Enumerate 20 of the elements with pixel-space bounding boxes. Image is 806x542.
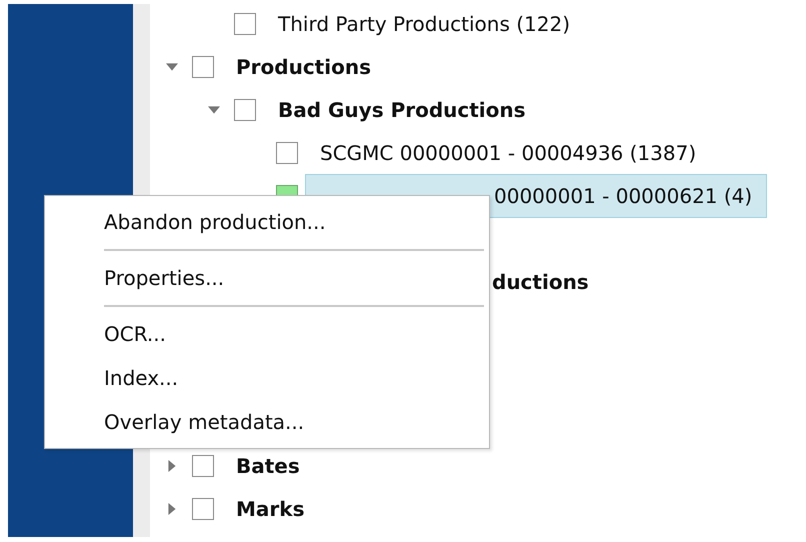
menu-item[interactable]: Index...: [45, 356, 489, 400]
expand-arrow-icon[interactable]: [168, 502, 176, 514]
tree-item-label[interactable]: Third Party Productions (122): [263, 2, 586, 46]
menu-item[interactable]: Overlay metadata...: [45, 400, 489, 444]
checkbox[interactable]: [192, 454, 214, 476]
checkbox[interactable]: [192, 498, 214, 520]
tree-item-label[interactable]: Marks: [221, 486, 320, 530]
tree-item-label[interactable]: SCGMC 00000001 - 00004936 (1387): [305, 130, 712, 174]
collapse-arrow-icon[interactable]: [208, 106, 220, 114]
checkbox[interactable]: [276, 142, 298, 164]
tree-item-label[interactable]: Bad Guys Productions: [263, 88, 541, 132]
expand-arrow-icon[interactable]: [168, 460, 176, 472]
collapse-arrow-icon[interactable]: [166, 62, 178, 70]
tree-item-label[interactable]: ductions: [492, 266, 589, 296]
checkbox[interactable]: [234, 12, 256, 34]
checkbox[interactable]: [192, 56, 214, 78]
menu-item[interactable]: Properties...: [45, 256, 489, 300]
tree-item-label[interactable]: Productions: [221, 44, 386, 88]
menu-item[interactable]: OCR...: [45, 312, 489, 356]
checkbox[interactable]: [234, 98, 256, 120]
